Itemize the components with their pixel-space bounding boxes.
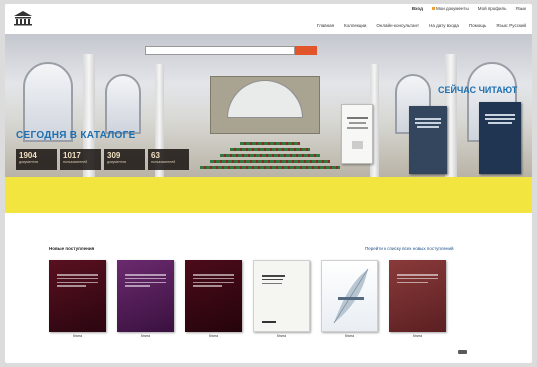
my-documents-label: Мои документы [435,6,469,11]
book-caption: Книга [412,334,423,338]
browser-page: Вход Мои документы Мой профиль Язык Глав… [5,4,532,363]
login-link[interactable]: Вход [412,6,423,11]
book-caption: Книга [72,334,83,338]
book-card[interactable]: Книга [389,260,446,338]
stat-label: пользователей [63,160,88,164]
info-notice [5,177,532,213]
hall-seats [220,154,320,157]
user-bar: Вход Мои документы Мой профиль Язык [412,6,526,11]
nav-login-date[interactable]: На дату входа [429,23,459,29]
building-icon [14,11,32,26]
my-documents-link[interactable]: Мои документы [431,6,469,11]
site-header: Вход Мои документы Мой профиль Язык Глав… [5,4,532,34]
nav-collections[interactable]: Коллекции [344,23,366,29]
hero-banner: СЕГОДНЯ В КАТАЛОГЕ 1904 документов 1017 … [5,34,532,177]
stat-card: 1904 документов [16,149,57,170]
book-caption: Книга [344,334,355,338]
stat-card: 309 документов [104,149,145,170]
stat-value: 63 [151,151,160,160]
book-cover[interactable] [321,260,378,332]
all-arrivals-link[interactable]: Перейти к списку всех новых поступлений [365,246,454,251]
stat-label: документов [107,160,126,164]
now-reading-book[interactable] [409,106,447,174]
folder-icon [431,7,435,10]
hall-seats [240,142,300,145]
book-cover[interactable] [117,260,174,332]
today-in-catalog-heading: СЕГОДНЯ В КАТАЛОГЕ [16,130,136,141]
new-arrivals-heading: Новые поступления [49,246,95,251]
main-nav: Главная Коллекции Онлайн-консультант На … [317,23,526,29]
language-link[interactable]: Язык [515,6,526,11]
stat-label: документов [19,160,38,164]
catalog-stats: 1904 документов 1017 пользователей 309 д… [16,149,189,170]
book-card[interactable]: Книга [253,260,310,338]
book-cover[interactable] [49,260,106,332]
book-card[interactable]: Книга [321,260,378,338]
carousel-pager-icon[interactable] [458,350,467,354]
search-input[interactable] [145,46,295,55]
nav-online-consultant[interactable]: Онлайн-консультант [376,23,419,29]
now-reading-heading: СЕЙЧАС ЧИТАЮТ [438,85,518,95]
book-cover[interactable] [185,260,242,332]
hall-seats [200,166,340,169]
book-card[interactable]: Книга [185,260,242,338]
book-cover[interactable] [389,260,446,332]
nav-home[interactable]: Главная [317,23,334,29]
hall-seats [230,148,310,151]
book-caption: Книга [276,334,287,338]
now-reading-book[interactable] [341,104,373,164]
search-bar [145,46,349,56]
book-caption: Книга [140,334,151,338]
book-card[interactable]: Книга [117,260,174,338]
stat-value: 1017 [63,151,81,160]
book-card[interactable]: Книга [49,260,106,338]
stat-card: 1017 пользователей [60,149,101,170]
nav-help[interactable]: Помощь [469,23,486,29]
stat-value: 1904 [19,151,37,160]
feather-illustration [333,268,369,324]
hall-seats [210,160,330,163]
search-button[interactable] [295,46,317,55]
book-cover[interactable] [253,260,310,332]
hall-window-left-2 [105,74,141,134]
new-arrivals-list: Книга Книга Книга Книга Книга Книга [49,260,469,340]
my-profile-link[interactable]: Мой профиль [478,6,507,11]
stat-label: пользователей [151,160,176,164]
library-logo[interactable] [13,8,103,28]
stat-card: 63 пользователей [148,149,189,170]
stat-value: 309 [107,151,121,160]
book-caption: Книга [208,334,219,338]
nav-language[interactable]: Язык: Русский [496,23,526,29]
now-reading-book[interactable] [479,102,521,174]
